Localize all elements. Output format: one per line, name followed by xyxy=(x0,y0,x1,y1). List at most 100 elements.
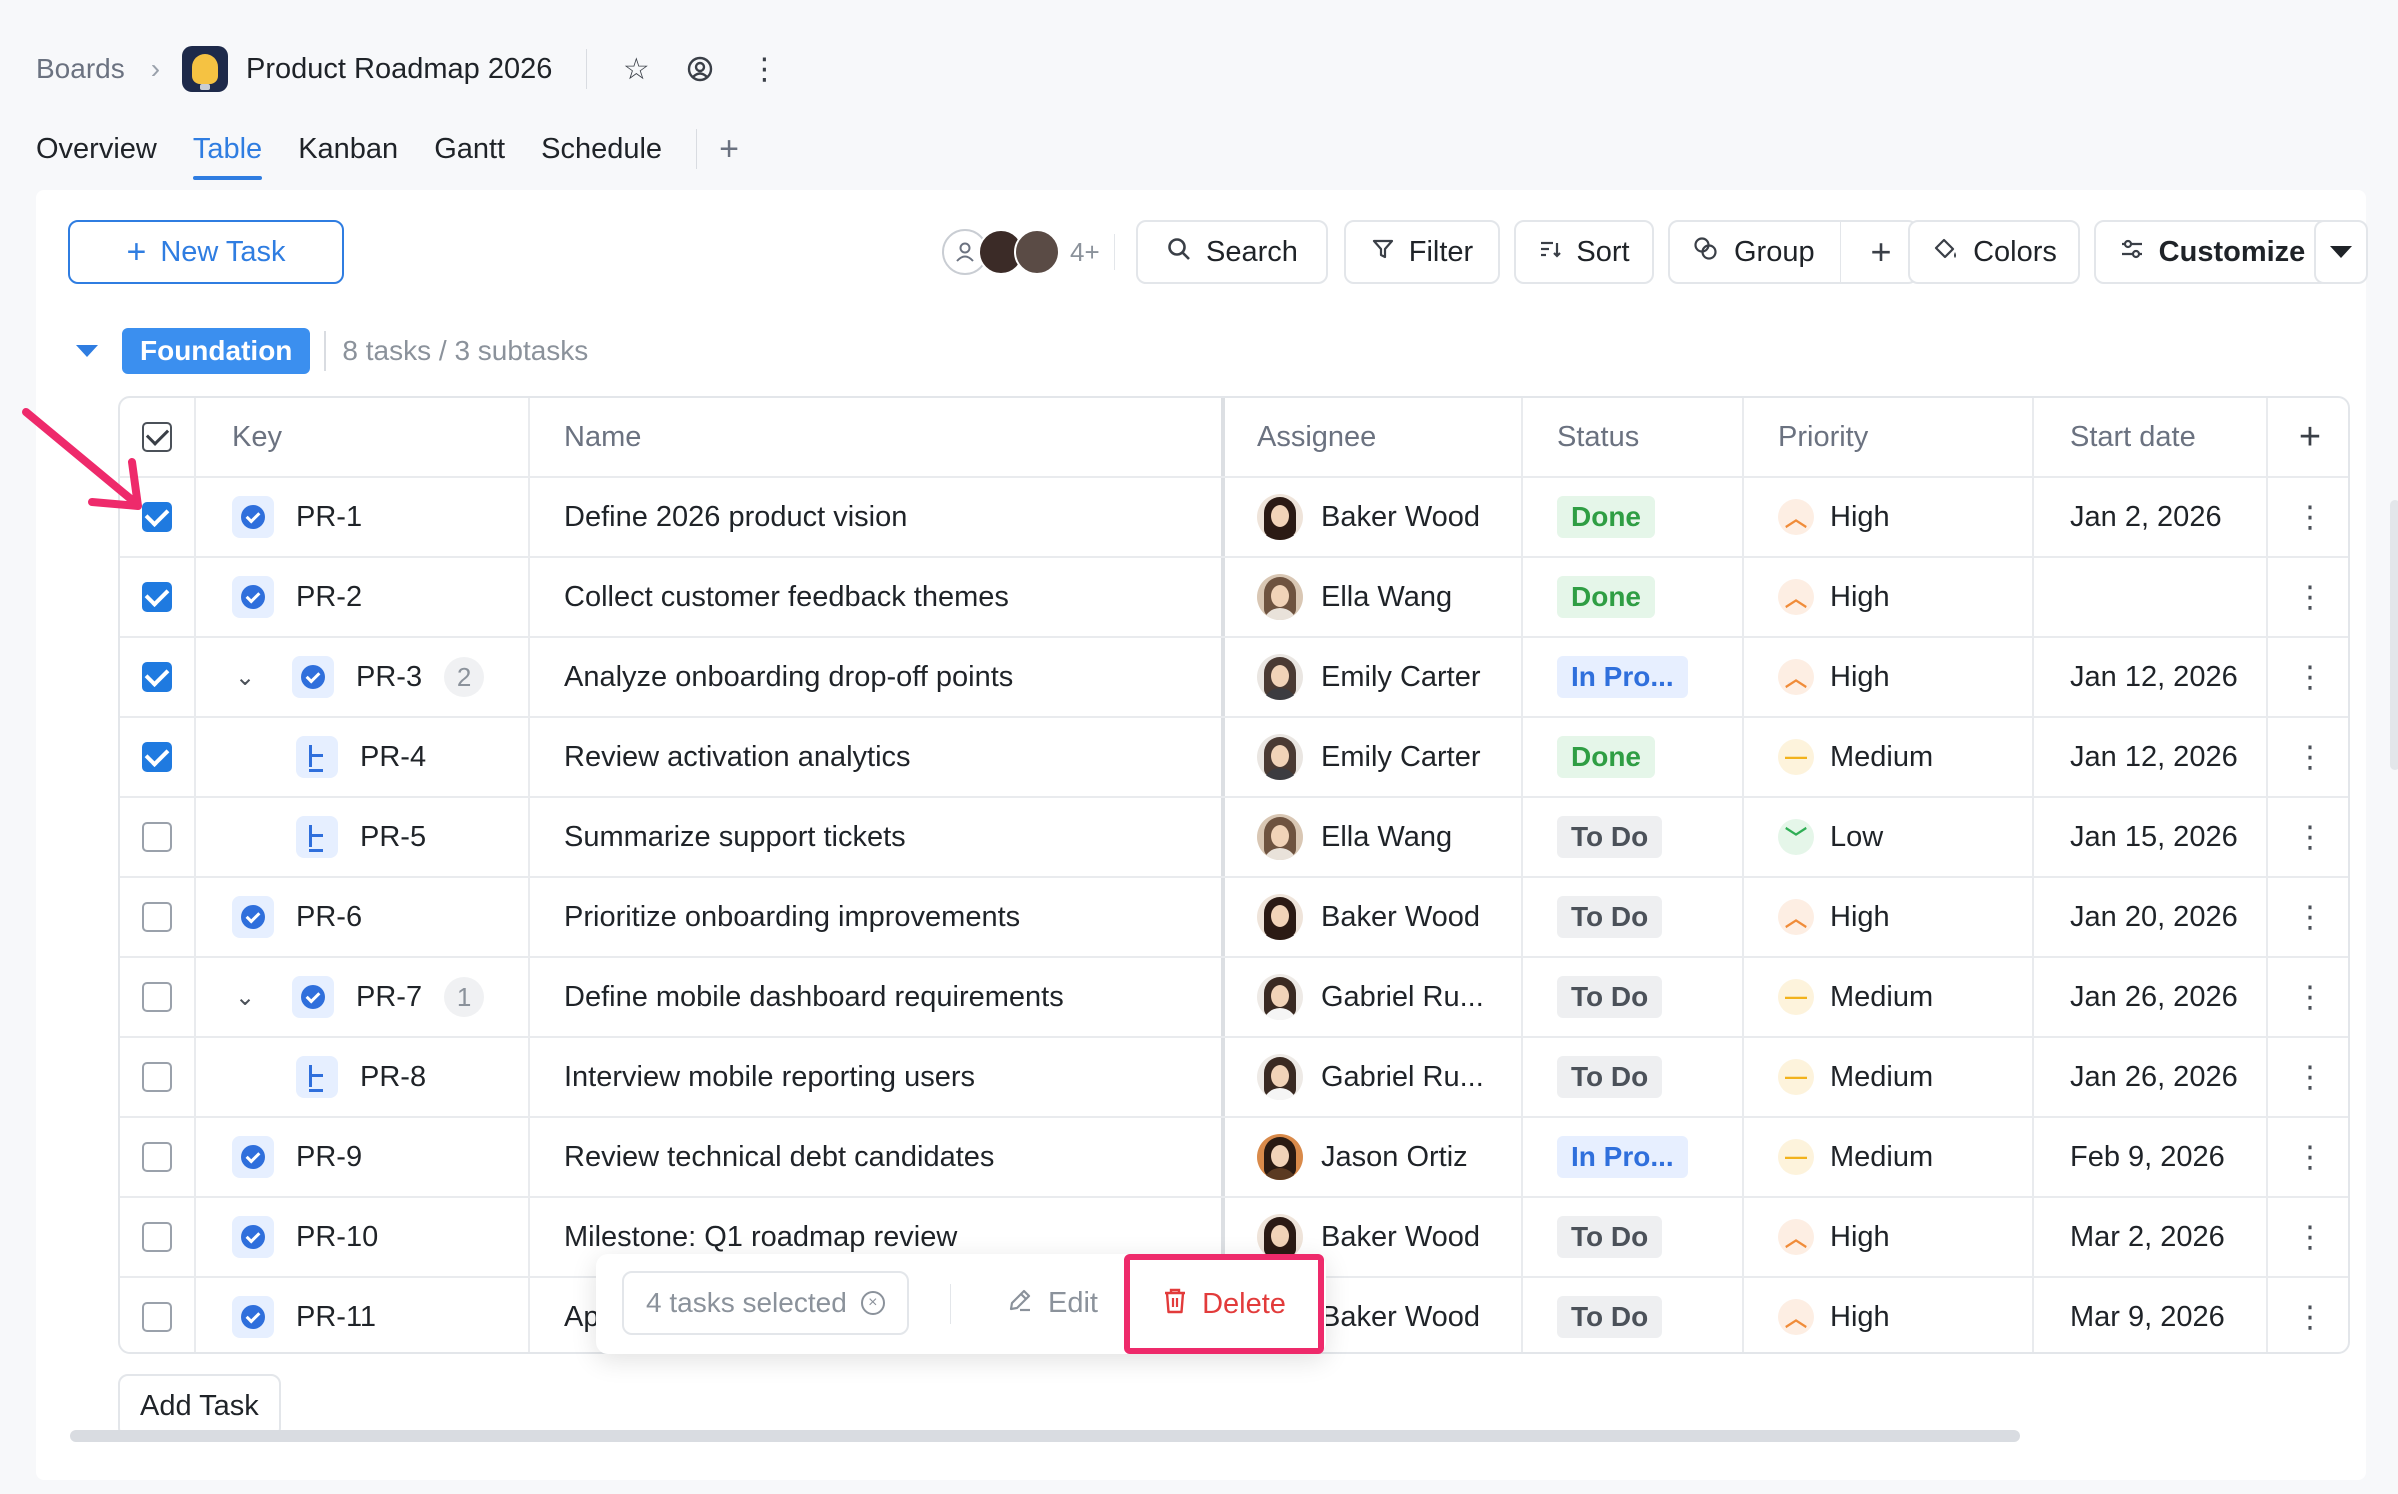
column-header-start-date[interactable]: Start date xyxy=(2034,398,2268,476)
status-cell[interactable]: Done xyxy=(1523,558,1744,636)
watch-icon[interactable] xyxy=(677,46,723,92)
task-key[interactable]: PR-4 xyxy=(360,741,426,774)
priority-cell[interactable]: ︿ High xyxy=(1744,478,2034,556)
more-vertical-icon[interactable]: ⋮ xyxy=(2268,638,2348,716)
row-checkbox[interactable] xyxy=(142,1302,172,1332)
column-header-name[interactable]: Name xyxy=(530,398,1225,476)
vertical-scrollbar[interactable] xyxy=(2390,500,2398,770)
priority-cell[interactable]: ﹀ Low xyxy=(1744,798,2034,876)
name-cell[interactable]: Prioritize onboarding improvements xyxy=(530,878,1225,956)
priority-cell[interactable]: ︿ High xyxy=(1744,1198,2034,1276)
more-vertical-icon[interactable]: ⋮ xyxy=(741,46,787,92)
more-vertical-icon[interactable]: ⋮ xyxy=(2268,878,2348,956)
star-icon[interactable]: ☆ xyxy=(613,46,659,92)
start-date-cell[interactable]: Jan 2, 2026 xyxy=(2034,478,2268,556)
task-key[interactable]: PR-2 xyxy=(296,581,362,614)
tab-gantt[interactable]: Gantt xyxy=(434,126,505,172)
group-name-badge[interactable]: Foundation xyxy=(122,328,311,374)
column-header-key[interactable]: Key xyxy=(196,398,530,476)
priority-cell[interactable]: ︿ High xyxy=(1744,638,2034,716)
status-cell[interactable]: In Pro... xyxy=(1523,638,1744,716)
table-row[interactable]: PR-8 Interview mobile reporting users Gabr… xyxy=(120,1038,2348,1118)
more-vertical-icon[interactable]: ⋮ xyxy=(2268,1198,2348,1276)
table-row[interactable]: PR-6 Prioritize onboarding improvements Ba… xyxy=(120,878,2348,958)
name-cell[interactable]: Define mobile dashboard requirements xyxy=(530,958,1225,1036)
status-cell[interactable]: Done xyxy=(1523,718,1744,796)
customize-button[interactable]: Customize xyxy=(2094,220,2330,284)
more-vertical-icon[interactable]: ⋮ xyxy=(2268,478,2348,556)
tab-overview[interactable]: Overview xyxy=(36,126,157,172)
tab-schedule[interactable]: Schedule xyxy=(541,126,662,172)
edit-button[interactable]: Edit xyxy=(1006,1271,1098,1335)
search-button[interactable]: Search xyxy=(1136,220,1328,284)
collapse-group-icon[interactable] xyxy=(76,345,98,357)
column-header-status[interactable]: Status xyxy=(1523,398,1744,476)
horizontal-scrollbar[interactable] xyxy=(70,1430,2020,1442)
assignee-cell[interactable]: Ella Wang xyxy=(1225,798,1523,876)
assignee-cell[interactable]: Gabriel Ru... xyxy=(1225,1038,1523,1116)
colors-button[interactable]: Colors xyxy=(1908,220,2080,284)
priority-cell[interactable]: — Medium xyxy=(1744,958,2034,1036)
add-task-button[interactable]: Add Task xyxy=(118,1374,281,1438)
more-vertical-icon[interactable]: ⋮ xyxy=(2268,558,2348,636)
status-cell[interactable]: To Do xyxy=(1523,798,1744,876)
priority-cell[interactable]: ︿ High xyxy=(1744,878,2034,956)
row-checkbox[interactable] xyxy=(142,1222,172,1252)
more-vertical-icon[interactable]: ⋮ xyxy=(2268,1038,2348,1116)
assignee-cell[interactable]: Emily Carter xyxy=(1225,638,1523,716)
task-key[interactable]: PR-6 xyxy=(296,901,362,934)
row-checkbox[interactable] xyxy=(142,902,172,932)
assignee-cell[interactable]: Emily Carter xyxy=(1225,718,1523,796)
more-vertical-icon[interactable]: ⋮ xyxy=(2268,1118,2348,1196)
column-header-priority[interactable]: Priority xyxy=(1744,398,2034,476)
add-group-icon[interactable]: + xyxy=(1848,220,1914,284)
priority-cell[interactable]: ︿ High xyxy=(1744,558,2034,636)
more-options-button[interactable] xyxy=(2314,220,2368,284)
assignee-cell[interactable]: Baker Wood xyxy=(1225,478,1523,556)
task-key[interactable]: PR-5 xyxy=(360,821,426,854)
assignee-cell[interactable]: Baker Wood xyxy=(1225,878,1523,956)
task-key[interactable]: PR-7 xyxy=(356,981,422,1014)
member-avatars[interactable]: 4+ xyxy=(942,226,1100,278)
new-task-button[interactable]: + New Task xyxy=(68,220,344,284)
priority-cell[interactable]: — Medium xyxy=(1744,718,2034,796)
tab-table[interactable]: Table xyxy=(192,126,263,180)
name-cell[interactable]: Review technical debt candidates xyxy=(530,1118,1225,1196)
table-row[interactable]: PR-5 Summarize support tickets Ella Wang To… xyxy=(120,798,2348,878)
start-date-cell[interactable]: Jan 26, 2026 xyxy=(2034,1038,2268,1116)
name-cell[interactable]: Summarize support tickets xyxy=(530,798,1225,876)
start-date-cell[interactable]: Jan 15, 2026 xyxy=(2034,798,2268,876)
delete-button[interactable]: Delete xyxy=(1124,1254,1324,1354)
more-vertical-icon[interactable]: ⋮ xyxy=(2268,1278,2348,1352)
row-checkbox[interactable] xyxy=(142,1142,172,1172)
start-date-cell[interactable]: Jan 20, 2026 xyxy=(2034,878,2268,956)
name-cell[interactable]: Collect customer feedback themes xyxy=(530,558,1225,636)
assignee-cell[interactable]: Jason Ortiz xyxy=(1225,1118,1523,1196)
start-date-cell[interactable] xyxy=(2034,558,2268,636)
row-checkbox[interactable] xyxy=(142,662,172,692)
status-cell[interactable]: To Do xyxy=(1523,958,1744,1036)
status-cell[interactable]: To Do xyxy=(1523,1198,1744,1276)
start-date-cell[interactable]: Mar 2, 2026 xyxy=(2034,1198,2268,1276)
row-checkbox[interactable] xyxy=(142,822,172,852)
chevron-down-icon[interactable]: ⌄ xyxy=(232,663,258,692)
priority-cell[interactable]: — Medium xyxy=(1744,1118,2034,1196)
row-checkbox[interactable] xyxy=(142,1062,172,1092)
status-cell[interactable]: To Do xyxy=(1523,878,1744,956)
task-key[interactable]: PR-1 xyxy=(296,501,362,534)
priority-cell[interactable]: — Medium xyxy=(1744,1038,2034,1116)
column-header-assignee[interactable]: Assignee xyxy=(1225,398,1523,476)
task-key[interactable]: PR-11 xyxy=(296,1301,376,1334)
status-cell[interactable]: To Do xyxy=(1523,1038,1744,1116)
chevron-down-icon[interactable]: ⌄ xyxy=(232,983,258,1012)
more-vertical-icon[interactable]: ⋮ xyxy=(2268,718,2348,796)
sort-button[interactable]: Sort xyxy=(1514,220,1654,284)
task-key[interactable]: PR-3 xyxy=(356,661,422,694)
add-column-icon[interactable]: + xyxy=(2268,398,2348,476)
more-vertical-icon[interactable]: ⋮ xyxy=(2268,958,2348,1036)
status-cell[interactable]: To Do xyxy=(1523,1278,1744,1352)
row-checkbox[interactable] xyxy=(142,582,172,612)
filter-button[interactable]: Filter xyxy=(1344,220,1500,284)
start-date-cell[interactable]: Mar 9, 2026 xyxy=(2034,1278,2268,1352)
task-key[interactable]: PR-8 xyxy=(360,1061,426,1094)
